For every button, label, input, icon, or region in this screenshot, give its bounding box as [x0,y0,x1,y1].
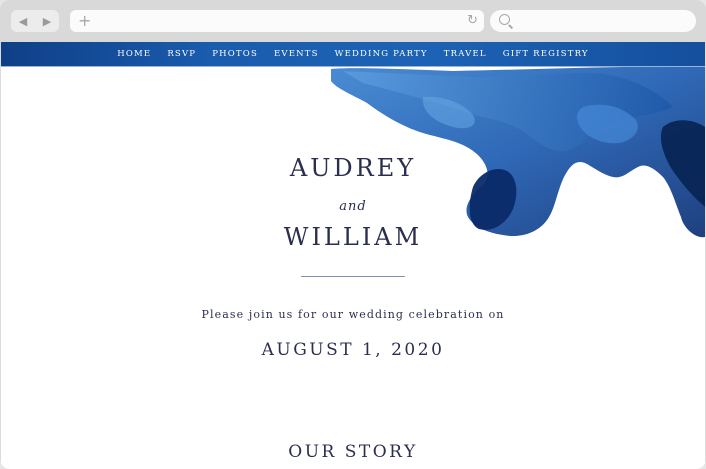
partner-two-name: WILLIAM [283,223,423,251]
nav-travel-link[interactable]: TRAVEL [444,49,487,59]
nav-photos-link[interactable]: PHOTOS [212,49,258,59]
nav-rsvp-link[interactable]: RSVP [167,49,196,59]
nav-events-link[interactable]: EVENTS [274,49,319,59]
and-connector: and [339,199,367,214]
nav-divider [1,66,705,67]
browser-toolbar: ◀ ▶ + ↻ [0,0,706,42]
nav-wedding-party-link[interactable]: WEDDING PARTY [335,49,428,59]
history-buttons: ◀ ▶ [11,10,59,32]
title-divider [301,276,405,277]
site-navigation: HOME RSVP PHOTOS EVENTS WEDDING PARTY TR… [1,42,705,66]
search-field[interactable] [490,10,696,32]
forward-arrow-icon[interactable]: ▶ [43,16,51,27]
wedding-date: AUGUST 1, 2020 [261,340,445,360]
nav-home-link[interactable]: HOME [117,49,151,59]
address-bar[interactable]: + ↻ [70,10,484,32]
back-arrow-icon[interactable]: ◀ [19,16,27,27]
reload-icon[interactable]: ↻ [467,13,478,29]
our-story-heading: OUR STORY [288,442,418,462]
nav-gift-registry-link[interactable]: GIFT REGISTRY [503,49,589,59]
search-icon [499,14,510,25]
partner-one-name: AUDREY [289,154,417,182]
new-tab-plus-icon[interactable]: + [78,12,91,30]
wedding-page: HOME RSVP PHOTOS EVENTS WEDDING PARTY TR… [1,42,705,469]
invitation-text: Please join us for our wedding celebrati… [201,308,505,321]
browser-window: ◀ ▶ + ↻ HOME RSVP PHOTOS EVENTS WEDDING … [0,0,706,469]
